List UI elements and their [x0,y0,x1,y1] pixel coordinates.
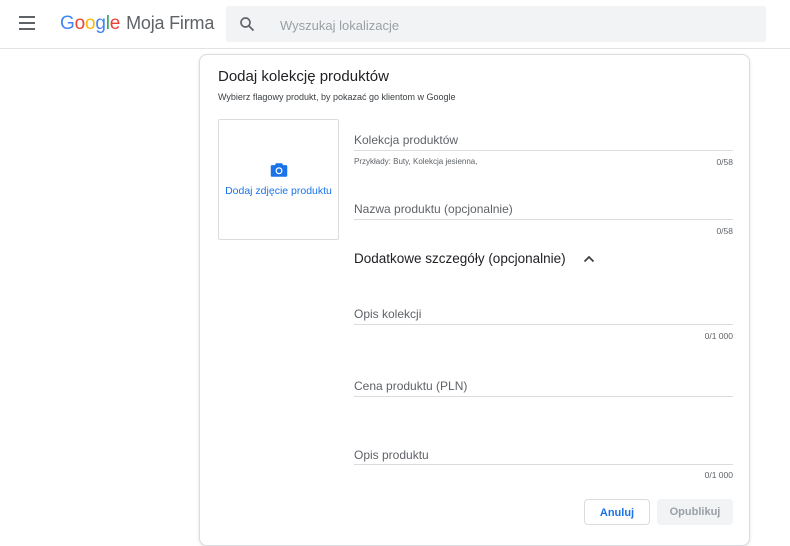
location-search-bar[interactable] [226,6,766,44]
product-name: Moja Firma [126,13,215,33]
search-input[interactable] [278,6,752,44]
field-underline [354,396,733,397]
product-description-label: Opis produktu [354,448,429,462]
field-underline [354,324,733,325]
google-my-business-logo[interactable]: Google Moja Firma [60,13,214,35]
camera-icon [270,163,288,177]
logo-letter: e [109,13,121,34]
product-price-label: Cena produktu (PLN) [354,379,468,393]
product-name-field[interactable]: Nazwa produktu (opcjonalnie) 0/58 [354,202,733,242]
additional-details-toggle[interactable]: Dodatkowe szczegóły (opcjonalnie) [354,251,595,266]
collection-name-label: Kolekcja produktów [354,133,459,147]
logo-letter: G [60,13,75,34]
product-name-label: Nazwa produktu (opcjonalnie) [354,202,513,216]
logo-letter: g [95,13,106,34]
collection-name-counter: 0/58 [716,157,733,167]
hamburger-menu-icon[interactable] [19,16,35,30]
collection-description-field[interactable]: Opis kolekcji 0/1 000 [354,307,733,347]
product-description-field[interactable]: Opis produktu 0/1 000 [354,448,733,488]
publish-button[interactable]: Opublikuj [657,499,733,525]
collection-description-label: Opis kolekcji [354,307,422,321]
logo-letter: o [84,13,96,34]
collection-name-field[interactable]: Kolekcja produktów Przykłady: Buty, Kole… [354,133,733,173]
field-underline [354,219,733,220]
dialog-subtitle: Wybierz flagowy produkt, by pokazać go k… [218,92,456,102]
field-underline [354,464,733,465]
top-app-bar: Google Moja Firma [0,0,790,49]
add-product-collection-dialog: Dodaj kolekcję produktów Wybierz flagowy… [199,54,750,546]
product-description-counter: 0/1 000 [704,470,733,480]
dialog-title: Dodaj kolekcję produktów [218,68,389,85]
collection-name-hint: Przykłady: Buty, Kolekcja jesienna, [354,157,478,166]
product-name-counter: 0/58 [716,226,733,236]
logo-letter: o [74,13,86,34]
add-product-photo-button[interactable]: Dodaj zdjęcie produktu [218,119,339,240]
search-icon[interactable] [238,15,256,33]
cancel-button[interactable]: Anuluj [584,499,650,525]
collection-description-counter: 0/1 000 [704,331,733,341]
add-photo-label: Dodaj zdjęcie produktu [225,185,332,197]
field-underline [354,150,733,151]
additional-details-title: Dodatkowe szczegóły (opcjonalnie) [354,251,566,266]
chevron-up-icon [584,256,595,263]
product-price-field[interactable]: Cena produktu (PLN) [354,379,733,401]
